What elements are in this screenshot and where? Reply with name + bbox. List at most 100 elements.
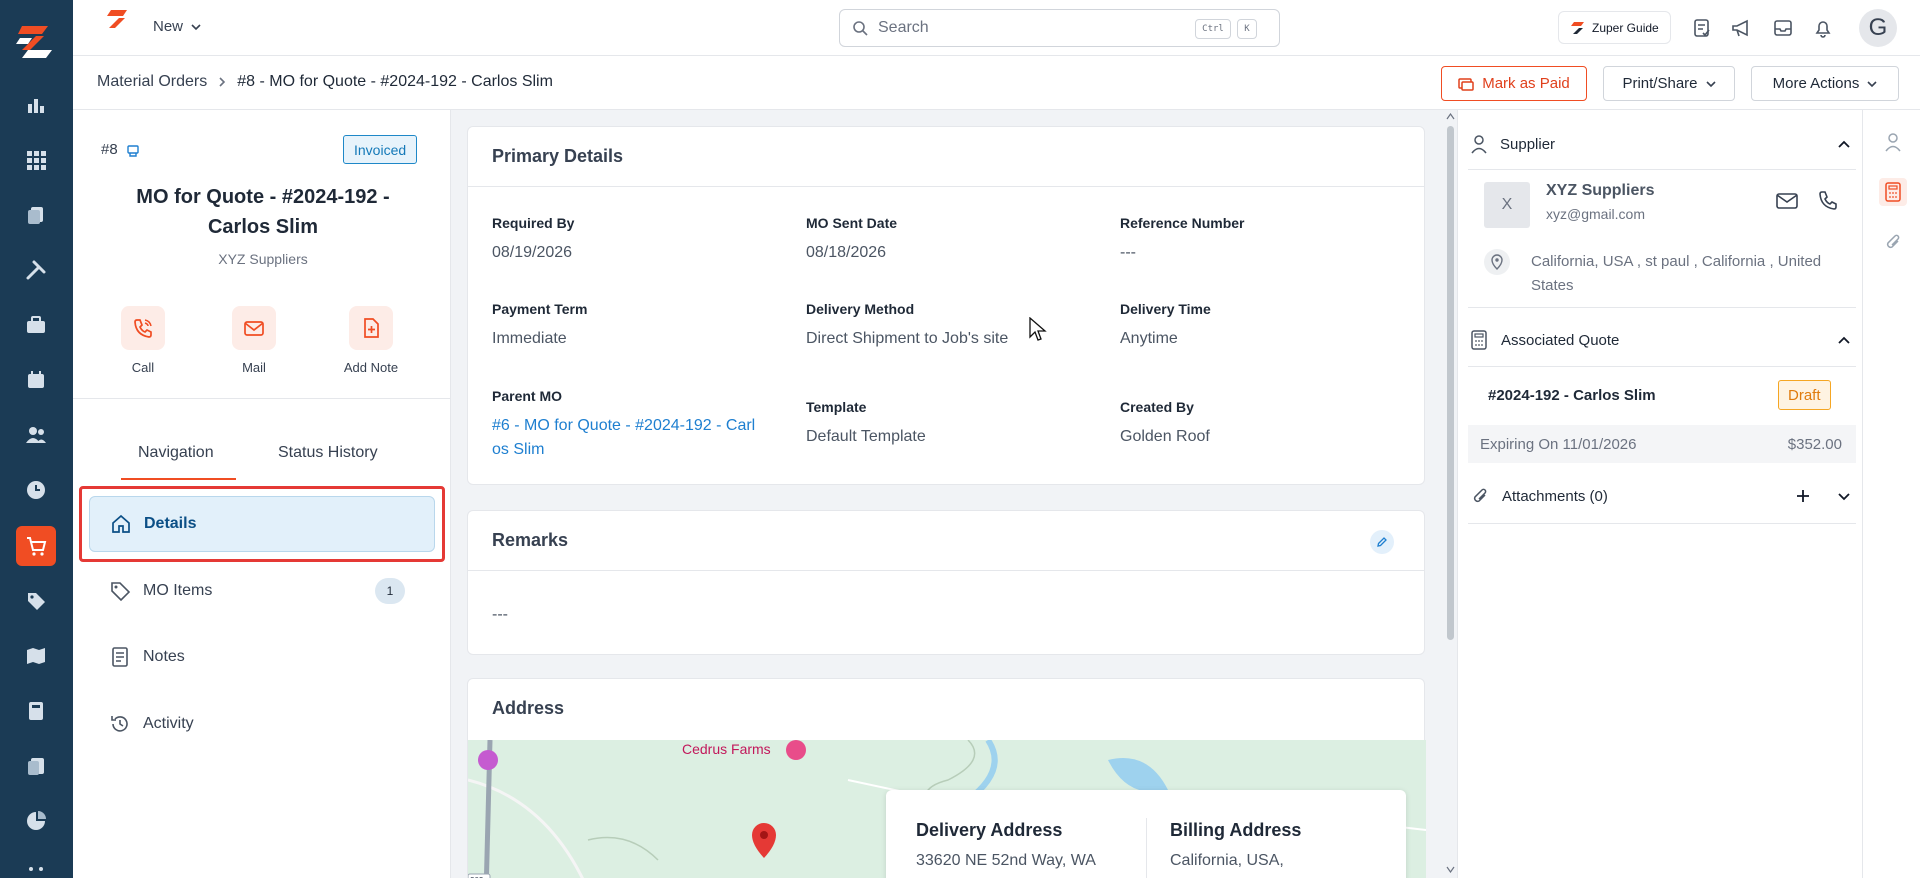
quote-expiry: Expiring On 11/01/2026 [1480, 435, 1637, 453]
chevron-up-icon [1838, 140, 1850, 148]
nav-item-activity-label: Activity [143, 715, 194, 732]
quote-name[interactable]: #2024-192 - Carlos Slim [1488, 387, 1656, 404]
call-supplier-icon[interactable] [1818, 190, 1838, 215]
chevron-down-icon [1705, 80, 1716, 87]
tag-icon[interactable] [16, 581, 56, 621]
nav-item-activity[interactable]: Activity [89, 696, 435, 752]
calendar-icon[interactable] [16, 360, 56, 400]
nav-item-details-label: Details [144, 515, 197, 532]
brand-mark-icon[interactable] [105, 8, 131, 35]
briefcase-icon[interactable] [16, 305, 56, 345]
mark-as-paid-button[interactable]: Mark as Paid [1441, 66, 1587, 101]
quote-section-header[interactable]: Associated Quote [1468, 328, 1856, 352]
nav-item-notes[interactable]: Notes [89, 629, 435, 685]
supplier-name[interactable]: XYZ Suppliers [1546, 182, 1654, 200]
zuper-logo-icon[interactable] [14, 20, 56, 62]
edit-remarks-button[interactable] [1370, 530, 1394, 554]
dashboard-icon[interactable] [16, 85, 56, 125]
chevron-down-icon [1867, 80, 1877, 87]
chevron-down-icon [191, 23, 201, 30]
field-delivery-method: Delivery Method Direct Shipment to Job's… [806, 301, 1008, 351]
divider [1468, 523, 1856, 524]
divider [1468, 366, 1856, 367]
quote-tool-icon[interactable] [1879, 178, 1907, 206]
mail-icon [232, 306, 276, 350]
main-scrollbar[interactable] [1445, 110, 1456, 878]
field-value: Anytime [1120, 330, 1178, 347]
search-placeholder: Search [878, 19, 929, 36]
nav-item-mo-items[interactable]: MO Items 1 [89, 563, 435, 619]
call-label: Call [131, 360, 155, 375]
apps-grid-icon[interactable] [16, 140, 56, 180]
field-value: Direct Shipment to Job's site [806, 330, 1009, 347]
supplier-section-header[interactable]: Supplier [1468, 132, 1856, 156]
address-map[interactable]: Cedrus Farms 203 Delivery Address 33620 … [468, 740, 1426, 878]
print-share-button[interactable]: Print/Share [1603, 66, 1735, 101]
paperclip-icon [1473, 488, 1487, 503]
field-reference-number: Reference Number --- [1120, 215, 1245, 265]
files-icon[interactable] [16, 746, 56, 786]
quote-expiry-row: Expiring On 11/01/2026 $352.00 [1468, 425, 1856, 463]
address-card: Address Cedrus Farms 203 Delivery Addres… [467, 678, 1426, 878]
user-avatar[interactable]: G [1859, 9, 1897, 47]
add-note-action[interactable]: Add Note [331, 306, 411, 375]
mouse-cursor-icon [1029, 317, 1047, 341]
breadcrumb-current: #8 - MO for Quote - #2024-192 - Carlos S… [237, 73, 553, 90]
reports-pie-icon[interactable] [16, 801, 56, 841]
mail-action[interactable]: Mail [214, 306, 294, 375]
field-label: MO Sent Date [806, 215, 898, 231]
clock-icon[interactable] [16, 470, 56, 510]
address-title: Address [492, 697, 565, 718]
top-header: New Search Ctrl K Zuper Guide G [73, 0, 1920, 56]
mail-label: Mail [242, 360, 266, 375]
notifications-bell-icon[interactable] [1810, 15, 1836, 41]
new-menu-button[interactable]: New [153, 18, 201, 35]
breadcrumb-material-orders[interactable]: Material Orders [97, 73, 207, 91]
main-content: Primary Details Required By 08/19/2026 M… [452, 110, 1456, 878]
field-label: Created By [1120, 399, 1194, 415]
nav-item-details[interactable]: Details [89, 496, 435, 552]
cart-icon[interactable] [16, 526, 56, 566]
users-icon[interactable] [16, 415, 56, 455]
tab-status-history[interactable]: Status History [278, 444, 378, 462]
map-icon[interactable] [16, 636, 56, 676]
inbox-icon[interactable] [1770, 15, 1796, 41]
more-actions-button[interactable]: More Actions [1751, 66, 1899, 101]
divider [1468, 307, 1856, 308]
add-note-icon [349, 306, 393, 350]
calculator-icon[interactable] [16, 691, 56, 731]
status-badge: Invoiced [343, 135, 418, 164]
add-note-label: Add Note [343, 360, 399, 375]
settings-icon[interactable] [16, 856, 56, 878]
email-supplier-icon[interactable] [1776, 192, 1798, 215]
supplier-email: xyz@gmail.com [1546, 206, 1646, 222]
phone-icon [121, 306, 165, 350]
field-label: Delivery Method [806, 301, 915, 317]
tasks-icon[interactable] [1689, 15, 1715, 41]
print-icon[interactable] [126, 143, 140, 157]
tag-icon [111, 582, 131, 602]
add-attachment-icon[interactable] [1796, 489, 1810, 503]
zuper-guide-button[interactable]: Zuper Guide [1558, 11, 1671, 44]
tab-navigation[interactable]: Navigation [138, 444, 214, 462]
attachment-tool-icon[interactable] [1879, 228, 1907, 256]
contact-tool-icon[interactable] [1879, 128, 1907, 156]
tools-icon[interactable] [16, 250, 56, 290]
documents-icon[interactable] [16, 195, 56, 235]
quote-amount: $352.00 [1787, 435, 1842, 453]
field-required-by: Required By 08/19/2026 [492, 215, 574, 265]
search-input[interactable]: Search Ctrl K [839, 9, 1280, 47]
field-value: 08/19/2026 [492, 244, 573, 261]
field-label: Payment Term [492, 301, 588, 317]
parent-mo-link[interactable]: #6 - MO for Quote - #2024-192 - Carl os … [492, 414, 755, 462]
scrollbar-thumb[interactable] [1447, 126, 1454, 640]
mo-title: MO for Quote - #2024-192 - Carlos Slim [103, 182, 423, 242]
right-tool-strip [1862, 110, 1920, 878]
shortcut-k-key: K [1237, 19, 1257, 39]
location-icon [1484, 249, 1510, 275]
quote-section-title: Associated Quote [1501, 331, 1620, 349]
attachments-section-header[interactable]: Attachments (0) [1468, 484, 1856, 508]
announcements-icon[interactable] [1729, 15, 1755, 41]
call-action[interactable]: Call [103, 306, 183, 375]
address-info-card: Delivery Address 33620 NE 52nd Way, WA B… [886, 790, 1406, 878]
